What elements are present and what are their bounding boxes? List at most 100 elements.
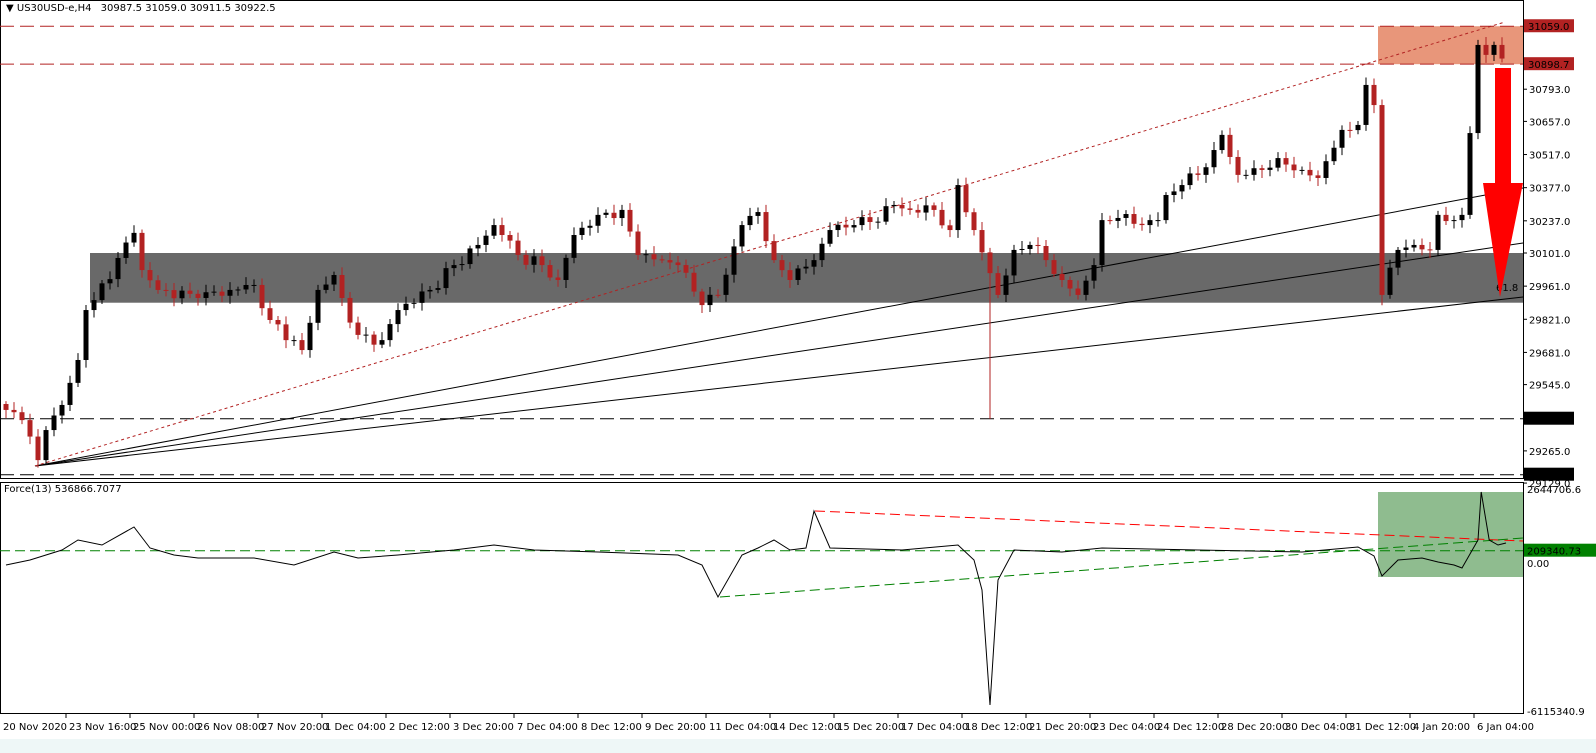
time-tick-label: 7 Dec 04:00 xyxy=(517,722,578,733)
candle-body xyxy=(643,254,649,256)
candle-body xyxy=(1459,214,1465,221)
candle-body xyxy=(1259,168,1265,170)
candle-body xyxy=(1251,168,1257,175)
candle-body xyxy=(651,254,657,260)
candle-body xyxy=(379,340,385,345)
time-tick-label: 18 Dec 12:00 xyxy=(965,722,1032,733)
candle-body xyxy=(395,310,401,325)
candle-body xyxy=(1379,105,1385,295)
candle-body xyxy=(1275,158,1281,168)
candle-body xyxy=(1019,248,1025,250)
candle-body xyxy=(1435,214,1441,250)
candle-body xyxy=(803,266,809,269)
time-tick-label: 6 Jan 04:00 xyxy=(1477,722,1534,733)
candle-body xyxy=(731,246,737,275)
price-tick-label: 30657.0 xyxy=(1529,117,1570,128)
price-tick-label: 30101.0 xyxy=(1529,249,1570,260)
candle-body xyxy=(187,290,193,294)
candle-body xyxy=(331,275,337,285)
candle-body xyxy=(979,230,985,253)
high-value: 31059.0 xyxy=(145,3,187,14)
candle-body xyxy=(1347,129,1353,131)
candle-body xyxy=(499,225,505,236)
candle xyxy=(1363,77,1369,131)
candle-body xyxy=(443,268,449,289)
candle-body xyxy=(675,262,681,266)
candle-body xyxy=(1331,147,1337,162)
candle-body xyxy=(163,289,169,291)
candle-body xyxy=(1491,44,1497,55)
candle-body xyxy=(915,209,921,213)
candle xyxy=(1467,126,1473,219)
price-tick-label: 29545.0 xyxy=(1529,381,1570,392)
candle-body xyxy=(851,225,857,228)
candle-body xyxy=(763,212,769,242)
candle-body xyxy=(1171,191,1177,196)
candle-body xyxy=(683,265,689,273)
candle-body xyxy=(115,257,121,280)
candle-body xyxy=(963,185,969,213)
candle-body xyxy=(739,225,745,247)
candle-body xyxy=(11,409,17,413)
candle-body xyxy=(323,284,329,290)
time-tick-label: 31 Dec 12:00 xyxy=(1349,722,1416,733)
candle-body xyxy=(283,324,289,341)
candle-body xyxy=(459,264,465,266)
time-tick-label: 17 Dec 04:00 xyxy=(901,722,968,733)
candle-body xyxy=(1035,244,1041,247)
time-tick-label: 24 Dec 12:00 xyxy=(1157,722,1224,733)
candle-body xyxy=(771,241,777,261)
candle-body xyxy=(987,252,993,274)
menu-triangle-icon[interactable]: ▼ xyxy=(6,3,14,14)
candle-body xyxy=(27,420,33,437)
candle-body xyxy=(1211,150,1217,168)
candle-body xyxy=(363,334,369,336)
candle-body xyxy=(1451,220,1457,222)
candle-body xyxy=(1291,164,1297,171)
time-tick-label: 4 Jan 20:00 xyxy=(1413,722,1470,733)
candle-body xyxy=(867,217,873,222)
down-arrow-shaft xyxy=(1495,68,1511,184)
candle-body xyxy=(1099,220,1105,266)
force-tick-label: 2644706.6 xyxy=(1527,485,1581,496)
candle-body xyxy=(531,256,537,265)
candle-body xyxy=(1267,167,1273,170)
candle-body xyxy=(1363,84,1369,125)
candle-body xyxy=(467,248,473,265)
time-tick-label: 15 Dec 20:00 xyxy=(837,722,904,733)
price-chart[interactable]: 61.8 30793.030657.030517.030377.030237.0… xyxy=(0,0,1596,753)
candle-body xyxy=(939,209,945,226)
candle-body xyxy=(1139,223,1145,226)
candle-body xyxy=(435,288,441,290)
candle-body xyxy=(747,215,753,226)
candle-body xyxy=(355,322,361,335)
time-tick-label: 20 Nov 2020 xyxy=(3,722,67,733)
candle-body xyxy=(587,225,593,228)
candle-body xyxy=(483,235,489,245)
candle-body xyxy=(1075,288,1081,295)
candle-body xyxy=(1483,44,1489,55)
price-level-label: 29400.9 xyxy=(1528,415,1569,426)
candle-body xyxy=(1403,247,1409,250)
candle-body xyxy=(883,206,889,222)
close-value: 30922.5 xyxy=(234,3,276,14)
candle-body xyxy=(35,436,41,461)
candle-body xyxy=(515,240,521,255)
candle-body xyxy=(995,273,1001,295)
price-level-label: 29164.4 xyxy=(1528,471,1569,482)
candle-body xyxy=(1443,214,1449,222)
candle-body xyxy=(243,284,249,290)
time-tick-label: 11 Dec 04:00 xyxy=(709,722,776,733)
candle-body xyxy=(211,291,217,293)
candle xyxy=(83,305,89,368)
candle-body xyxy=(427,289,433,292)
candle-body xyxy=(627,209,633,232)
candle-body xyxy=(1227,134,1233,157)
candle-body xyxy=(267,308,273,320)
force-tick-label: -6115340.9 xyxy=(1527,707,1585,718)
candle-body xyxy=(1115,217,1121,221)
chart-title: ▼ US30USD-e,H4 30987.5 31059.0 30911.5 3… xyxy=(6,3,276,14)
candle-body xyxy=(1179,185,1185,192)
open-value: 30987.5 xyxy=(100,3,143,14)
candle-body xyxy=(195,293,201,298)
